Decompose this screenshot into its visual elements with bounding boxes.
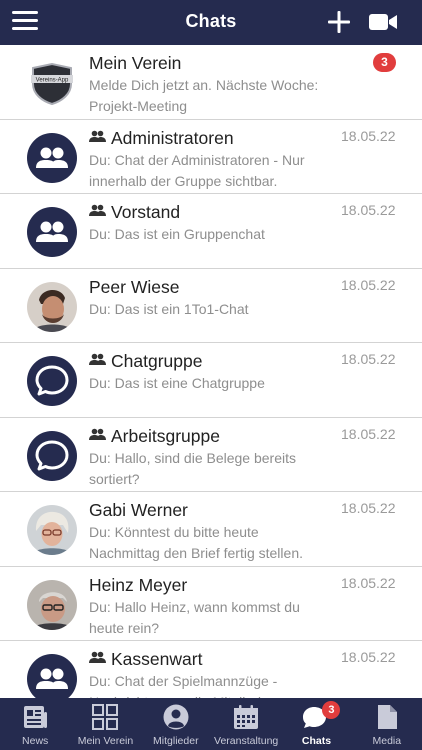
tab-label: Mitglieder [153,735,199,747]
tab-veranstaltung[interactable]: Veranstaltung [211,698,281,750]
tab-label: News [22,735,49,747]
chat-item-peer-wiese[interactable]: Peer Wiese Du: Das ist ein 1To1-Chat 18.… [0,268,422,343]
news-icon [24,706,48,728]
chat-preview: Du: Chat der Administratoren - Nur inner… [89,151,305,189]
svg-text:Vereins-App: Vereins-App [36,78,69,84]
grid-icon [92,704,119,730]
tab-label: Chats [301,735,332,747]
chat-date: 18.05.22 [341,500,396,516]
file-icon [377,705,397,729]
group-avatar-icon [27,132,77,183]
chat-name: Gabi Werner [89,500,188,520]
tab-label: Mein Verein [77,735,134,747]
calendar-icon [234,705,259,729]
group-icon [89,353,106,365]
chat-date: 18.05.22 [341,276,396,293]
page-title: Chats [185,11,237,31]
chat-item-gabi-werner[interactable]: Gabi Werner Du: Könntest du bitte heute … [0,492,422,567]
tab-chats[interactable]: 3 Chats [281,698,351,750]
chat-preview: Du: Das ist eine Chatgruppe [89,375,265,391]
group-icon [89,204,106,216]
chat-name: Vorstand [111,202,181,222]
top-bar: Chats [0,0,422,45]
tab-label: Veranstaltung [214,735,279,747]
chat-bubble-avatar-icon [27,356,77,406]
chat-item-arbeitsgruppe[interactable]: Arbeitsgruppe Du: Hallo, sind die Belege… [0,417,422,492]
chat-preview: Du: Hallo, sind die Belege bereits sorti… [89,449,297,487]
avatar [27,505,77,555]
chat-name: Kassenwart [111,649,203,669]
chat-preview: Du: Chat der Spielmannzüge - Nachrichten… [89,673,278,698]
unread-badge: 3 [373,53,396,72]
chat-name: Peer Wiese [89,276,180,297]
avatar [27,281,77,332]
bottom-tab-bar: News Mein Verein Mitglieder Veranstaltun… [0,698,422,750]
chat-name: Administratoren [111,127,234,148]
video-call-icon[interactable] [368,11,398,33]
tab-news[interactable]: News [0,698,70,750]
group-icon [89,428,106,440]
chat-item-vorstand[interactable]: Vorstand Du: Das ist ein Gruppenchat 18.… [0,194,422,269]
chat-date: 18.05.22 [341,649,396,665]
chat-name: Mein Verein [89,53,182,73]
tab-label: Media [372,735,402,747]
chat-preview: Du: Das ist ein Gruppenchat [89,226,265,242]
chat-preview: Du: Das ist ein 1To1-Chat [89,300,249,317]
chat-list: Vereins-App Mein Verein Melde Dich jetzt… [0,45,422,698]
group-avatar-icon [27,207,77,257]
chat-item-heinz-meyer[interactable]: Heinz Meyer Du: Hallo Heinz, wann kommst… [0,566,422,641]
chat-name: Heinz Meyer [89,574,188,595]
chat-preview: Du: Könntest du bitte heute Nachmittag d… [89,524,303,561]
chat-date: 18.05.22 [341,202,396,218]
chat-item-mein-verein[interactable]: Vereins-App Mein Verein Melde Dich jetzt… [0,45,422,120]
chat-unread-badge: 3 [322,701,341,719]
group-icon [89,130,106,142]
chat-item-administratoren[interactable]: Administratoren Du: Chat der Administrat… [0,119,422,194]
person-icon [163,704,189,730]
chat-item-kassenwart[interactable]: Kassenwart Du: Chat der Spielmannzüge - … [0,641,422,698]
chat-item-chatgruppe[interactable]: Chatgruppe Du: Das ist eine Chatgruppe 1… [0,343,422,418]
avatar [27,579,77,630]
group-avatar-icon [27,654,77,698]
chat-date: 18.05.22 [341,351,396,367]
add-chat-button[interactable] [326,9,352,35]
group-icon [89,651,106,663]
tab-mitglieder[interactable]: Mitglieder [141,698,211,750]
chat-date: 18.05.22 [341,425,396,442]
chat-name: Chatgruppe [111,351,203,371]
vereins-app-logo: Vereins-App [27,58,77,108]
chat-bubble-avatar-icon [27,430,77,481]
tab-media[interactable]: Media [352,698,422,750]
chat-preview: Melde Dich jetzt an. Nächste Woche: Proj… [89,77,319,114]
chat-date: 18.05.22 [341,574,396,591]
tab-mein-verein[interactable]: Mein Verein [70,698,140,750]
chat-date: 18.05.22 [341,127,396,144]
chat-name: Arbeitsgruppe [111,425,220,446]
chat-preview: Du: Hallo Heinz, wann kommst du heute re… [89,598,300,636]
